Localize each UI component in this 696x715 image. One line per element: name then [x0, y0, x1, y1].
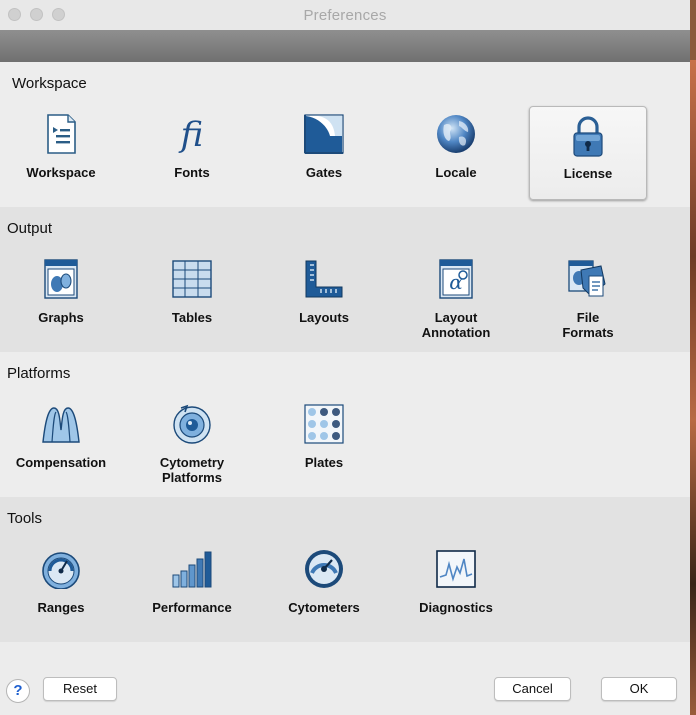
pref-item-cytometry-platforms[interactable]: Cytometry Platforms	[133, 402, 251, 494]
padlock-icon	[573, 116, 603, 157]
pref-item-label: Cytometry Platforms	[159, 455, 225, 485]
section-tools: Tools Ranges Performance Cytometers Diag…	[0, 497, 690, 642]
pref-item-label: Diagnostics	[419, 600, 493, 615]
pref-item-ranges[interactable]: Ranges	[2, 547, 120, 639]
compensation-icon	[42, 407, 80, 443]
section-workspace: Workspace Workspace fi Fonts Gates Local…	[0, 62, 690, 207]
pref-item-label: License	[563, 166, 613, 181]
pref-item-label: Plates	[304, 455, 344, 470]
pref-item-label: Locale	[435, 165, 477, 180]
pref-item-label: Performance	[152, 600, 232, 615]
pref-item-plates[interactable]: Plates	[265, 402, 383, 494]
pref-item-graphs[interactable]: Graphs	[2, 257, 120, 349]
pref-item-label: Tables	[171, 310, 213, 325]
help-button[interactable]: ?	[6, 679, 30, 703]
section-title: Workspace	[12, 75, 87, 92]
performance-bars-icon	[172, 551, 212, 588]
cytometry-platforms-icon	[173, 404, 211, 444]
pref-item-label: Fonts	[174, 165, 210, 180]
file-formats-icon	[568, 260, 606, 297]
pref-item-label: Layout Annotation	[421, 310, 491, 340]
pref-item-license[interactable]: License	[529, 106, 647, 200]
pref-item-gates[interactable]: Gates	[265, 112, 383, 204]
cytometers-dial-icon	[305, 550, 343, 588]
svg-text:α: α	[449, 270, 463, 294]
reset-button[interactable]: Reset	[43, 677, 117, 701]
pref-item-label: Graphs	[38, 310, 84, 325]
tables-icon	[172, 260, 212, 298]
pref-item-compensation[interactable]: Compensation	[2, 402, 120, 494]
section-platforms: Platforms Compensation Cytometry Platfor…	[0, 352, 690, 497]
preferences-window: Preferences Workspace Workspace fi Fonts…	[0, 0, 690, 715]
fonts-icon: fi	[178, 115, 204, 155]
ranges-gauge-icon	[42, 552, 80, 589]
ok-button[interactable]: OK	[601, 677, 677, 701]
pref-item-label: Workspace	[26, 165, 96, 180]
globe-icon	[437, 115, 475, 153]
pref-item-tables[interactable]: Tables	[133, 257, 251, 349]
pref-item-label: File Formats	[562, 310, 614, 340]
section-title: Output	[7, 220, 53, 237]
layout-annotation-icon: α	[439, 259, 473, 299]
pref-item-layouts[interactable]: Layouts	[265, 257, 383, 349]
pref-item-file-formats[interactable]: File Formats	[529, 257, 647, 349]
pref-item-label: Compensation	[15, 455, 107, 470]
layouts-ruler-icon	[305, 260, 343, 298]
section-output: Output Graphs Tables Layouts α Layout An…	[0, 207, 690, 352]
title-bar[interactable]: Preferences	[0, 0, 690, 31]
pref-item-diagnostics[interactable]: Diagnostics	[397, 547, 515, 639]
pref-item-label: Cytometers	[288, 600, 360, 615]
window-title: Preferences	[303, 7, 387, 24]
pref-item-label: Gates	[305, 165, 343, 180]
pref-item-cytometers[interactable]: Cytometers	[265, 547, 383, 639]
plates-icon	[304, 404, 344, 444]
pref-item-layout-annotation[interactable]: α Layout Annotation	[397, 257, 515, 349]
section-title: Platforms	[7, 365, 71, 382]
desktop-background	[690, 60, 696, 715]
pref-item-workspace[interactable]: Workspace	[2, 112, 120, 204]
cancel-button[interactable]: Cancel	[494, 677, 571, 701]
pref-item-label: Ranges	[37, 600, 85, 615]
diagnostics-monitor-icon	[436, 550, 476, 588]
pref-item-label: Layouts	[299, 310, 349, 325]
toolbar	[0, 30, 690, 62]
svg-text:fi: fi	[178, 115, 204, 155]
workspace-document-icon	[47, 114, 76, 154]
pref-item-performance[interactable]: Performance	[133, 547, 251, 639]
pref-item-fonts[interactable]: fi Fonts	[133, 112, 251, 204]
graphs-icon	[44, 259, 78, 299]
section-title: Tools	[7, 510, 43, 527]
gates-icon	[304, 114, 344, 154]
pref-item-locale[interactable]: Locale	[397, 112, 515, 204]
